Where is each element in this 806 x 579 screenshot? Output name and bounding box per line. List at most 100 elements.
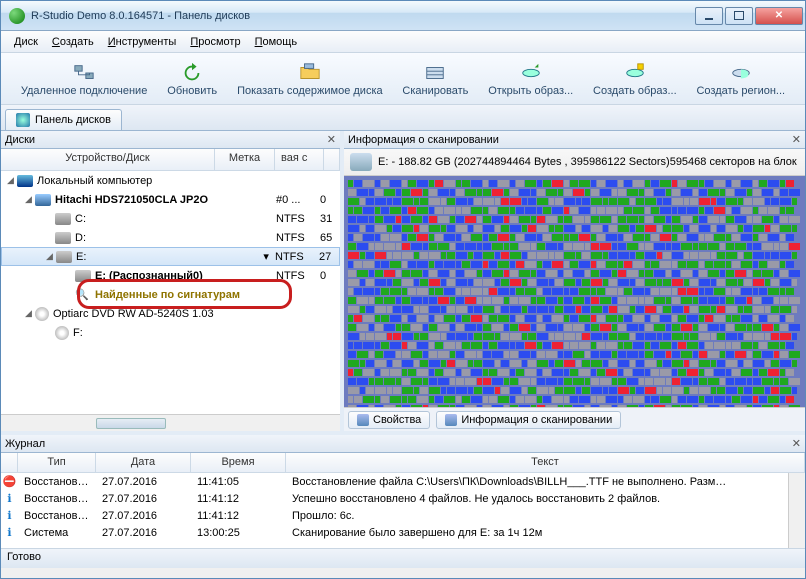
disks-pane-close[interactable]: ✕ [327,133,336,146]
jcol-type[interactable]: Тип [18,453,96,472]
journal-body[interactable]: ⛔ Восстанов… 27.07.2016 11:41:05 Восстан… [1,473,788,548]
minimize-button[interactable] [695,7,723,25]
col-device[interactable]: Устройство/Диск [1,149,215,170]
jrow-time: 11:41:12 [191,510,286,522]
drive-icon [55,232,71,244]
jrow-text: Сканирование было завершено для E: за 1ч… [286,527,788,539]
jrow-type: Восстанов… [18,476,96,488]
tree-row-signatures[interactable]: 🔍Найденные по сигнатурам [1,285,340,304]
menu-disk[interactable]: Диск [7,33,45,51]
tree-row-c[interactable]: C:NTFS31 [1,209,340,228]
tabs-row: Панель дисков [1,105,805,131]
scrollbar-thumb[interactable] [96,418,166,429]
jrow-time: 11:41:05 [191,476,286,488]
properties-icon [357,414,369,426]
left-pane: Диски ✕ Устройство/Диск Метка вая с ◢Лок… [1,131,344,431]
menu-help[interactable]: Помощь [248,33,305,51]
scaninfo-pane-title: Информация о сканировании ✕ [344,131,805,149]
tb-showcontent[interactable]: Показать содержимое диска [227,59,392,99]
jrow-type: Восстанов… [18,510,96,522]
signatures-icon: 🔍 [75,288,91,301]
tb-showcontent-label: Показать содержимое диска [237,85,383,97]
dvd-icon [35,307,49,321]
right-tabs: Свойства Информация о сканировании [344,407,805,431]
tb-createimage[interactable]: Создать образ... [583,59,686,99]
create-image-icon [621,61,649,85]
jrow-date: 27.07.2016 [96,493,191,505]
status-bar: Готово [1,548,805,568]
journal-header: Тип Дата Время Текст [1,453,805,473]
tb-openimage[interactable]: Открыть образ... [478,59,583,99]
menu-view[interactable]: Просмотр [183,33,247,51]
scan-icon [421,61,449,85]
tab-properties-label: Свойства [373,414,421,426]
jcol-time[interactable]: Время [191,453,286,472]
jcol-date[interactable]: Дата [96,453,191,472]
menu-create[interactable]: Создать [45,33,101,51]
tb-remote-label: Удаленное подключение [21,85,147,97]
maximize-button[interactable] [725,7,753,25]
tree-row-hdd[interactable]: ◢Hitachi HDS721050CLA JP2O#0 ...0 [1,190,340,209]
left-scrollbar[interactable] [1,414,340,431]
dvd-icon [55,326,69,340]
menu-tools[interactable]: Инструменты [101,33,184,51]
disk-tab-icon [16,113,30,127]
tree-row-dvd[interactable]: ◢Optiarc DVD RW AD-5240S 1.03 [1,304,340,323]
tb-openimage-label: Открыть образ... [488,85,573,97]
jrow-time: 13:00:25 [191,527,286,539]
tree-row-e[interactable]: ◢E:▾ NTFS27 [1,247,340,266]
journal-row[interactable]: ℹ Восстанов… 27.07.2016 11:41:12 Успешно… [1,490,788,507]
jrow-date: 27.07.2016 [96,510,191,522]
tab-properties[interactable]: Свойства [348,411,430,429]
tb-scan-label: Сканировать [402,85,468,97]
tree-row-f[interactable]: F: [1,323,340,342]
tree-row-e-recognized[interactable]: E: (Распознанный0)NTFS0 [1,266,340,285]
scan-map[interactable] [344,176,805,407]
jrow-text: Успешно восстановлено 4 файлов. Не удало… [286,493,788,505]
jrow-text: Прошло: 6с. [286,510,788,522]
tree-row-localpc[interactable]: ◢Локальный компьютер [1,171,340,190]
journal-title: Журнал ✕ [1,435,805,453]
col-fs[interactable]: вая с [275,149,324,170]
journal-row[interactable]: ℹ Восстанов… 27.07.2016 11:41:12 Прошло:… [1,507,788,524]
tab-scaninfo-label: Информация о сканировании [461,414,612,426]
journal-row[interactable]: ℹ Система 27.07.2016 13:00:25 Сканирован… [1,524,788,541]
info-icon: ℹ [1,526,18,539]
scaninfo-pane-close[interactable]: ✕ [792,133,801,146]
tree-row-d[interactable]: D:NTFS65 [1,228,340,247]
col-label[interactable]: Метка [215,149,275,170]
journal-pane: Журнал ✕ Тип Дата Время Текст ⛔ Восстано… [1,431,805,548]
tb-createregion[interactable]: Создать регион... [687,59,795,99]
scaninfo-icon [445,414,457,426]
journal-scrollbar[interactable] [788,473,805,548]
tb-remote[interactable]: Удаленное подключение [11,59,157,99]
create-region-icon [727,61,755,85]
computer-icon [17,175,33,187]
open-image-icon [517,61,545,85]
journal-close[interactable]: ✕ [792,437,801,450]
tab-scaninfo[interactable]: Информация о сканировании [436,411,621,429]
folder-open-icon [296,61,324,85]
jcol-text[interactable]: Текст [286,453,805,472]
jrow-text: Восстановление файла C:\Users\ПК\Downloa… [286,476,788,488]
error-icon: ⛔ [1,475,18,488]
right-pane: Информация о сканировании ✕ E: - 188.82 … [344,131,805,431]
menubar: Диск Создать Инструменты Просмотр Помощь [1,31,805,53]
close-button[interactable]: ✕ [755,7,803,25]
tb-scan[interactable]: Сканировать [392,59,478,99]
refresh-icon [178,61,206,85]
device-tree[interactable]: ◢Локальный компьютер ◢Hitachi HDS721050C… [1,171,340,414]
col-start[interactable] [324,149,340,170]
jrow-time: 11:41:12 [191,493,286,505]
tb-refresh[interactable]: Обновить [157,59,227,99]
tab-disk-panel-label: Панель дисков [35,114,111,126]
jrow-date: 27.07.2016 [96,527,191,539]
network-icon [70,61,98,85]
tb-createregion-label: Создать регион... [696,85,785,97]
titlebar: R-Studio Demo 8.0.164571 - Панель дисков… [1,1,805,31]
tb-createimage-label: Создать образ... [593,85,677,97]
drive-icon [75,270,91,282]
tab-disk-panel[interactable]: Панель дисков [5,109,122,130]
journal-row[interactable]: ⛔ Восстанов… 27.07.2016 11:41:05 Восстан… [1,473,788,490]
jrow-date: 27.07.2016 [96,476,191,488]
